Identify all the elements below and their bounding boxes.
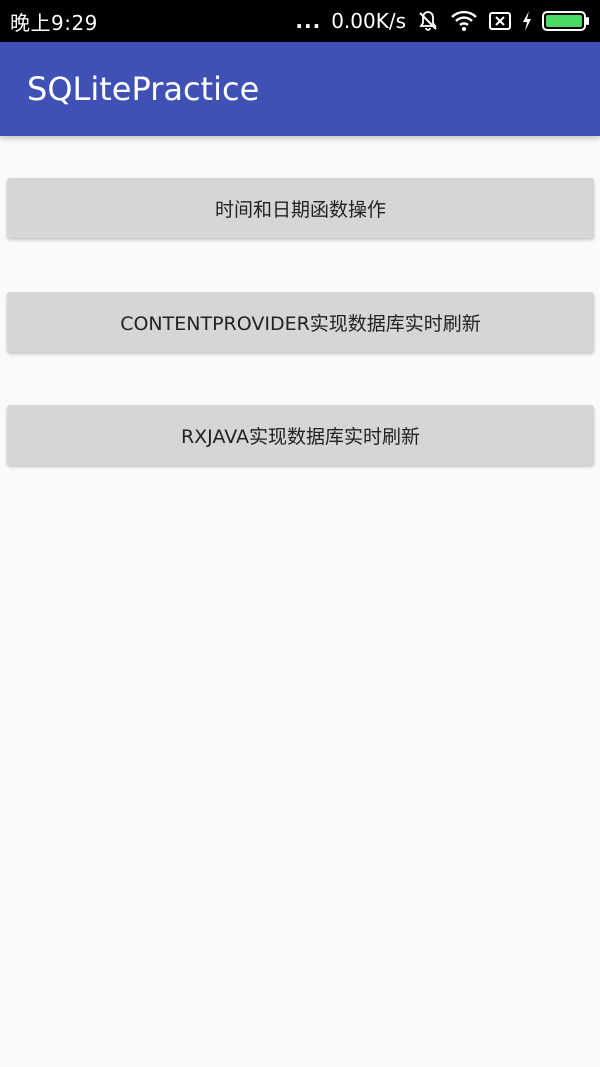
network-speed: 0.00K/s	[331, 9, 406, 33]
contentprovider-refresh-button[interactable]: CONTENTPROVIDER实现数据库实时刷新	[7, 292, 594, 352]
more-notifications-indicator: ...	[295, 9, 322, 33]
app-bar: SQLitePractice	[0, 42, 600, 136]
rxjava-refresh-button[interactable]: RXJAVA实现数据库实时刷新	[7, 405, 594, 465]
date-time-functions-button[interactable]: 时间和日期函数操作	[7, 178, 594, 238]
screen: 晚上9:29 ... 0.00K/s SQLitePractice 时间和日期函…	[0, 0, 600, 1067]
charging-icon	[522, 11, 532, 31]
wifi-icon	[450, 10, 478, 32]
app-title: SQLitePractice	[27, 70, 260, 108]
mute-icon	[416, 9, 440, 33]
sim-x-icon	[488, 10, 512, 32]
battery-icon	[542, 10, 590, 32]
status-bar: 晚上9:29 ... 0.00K/s	[0, 0, 600, 42]
status-time: 晚上9:29	[10, 10, 98, 35]
status-icons: ... 0.00K/s	[295, 9, 590, 33]
